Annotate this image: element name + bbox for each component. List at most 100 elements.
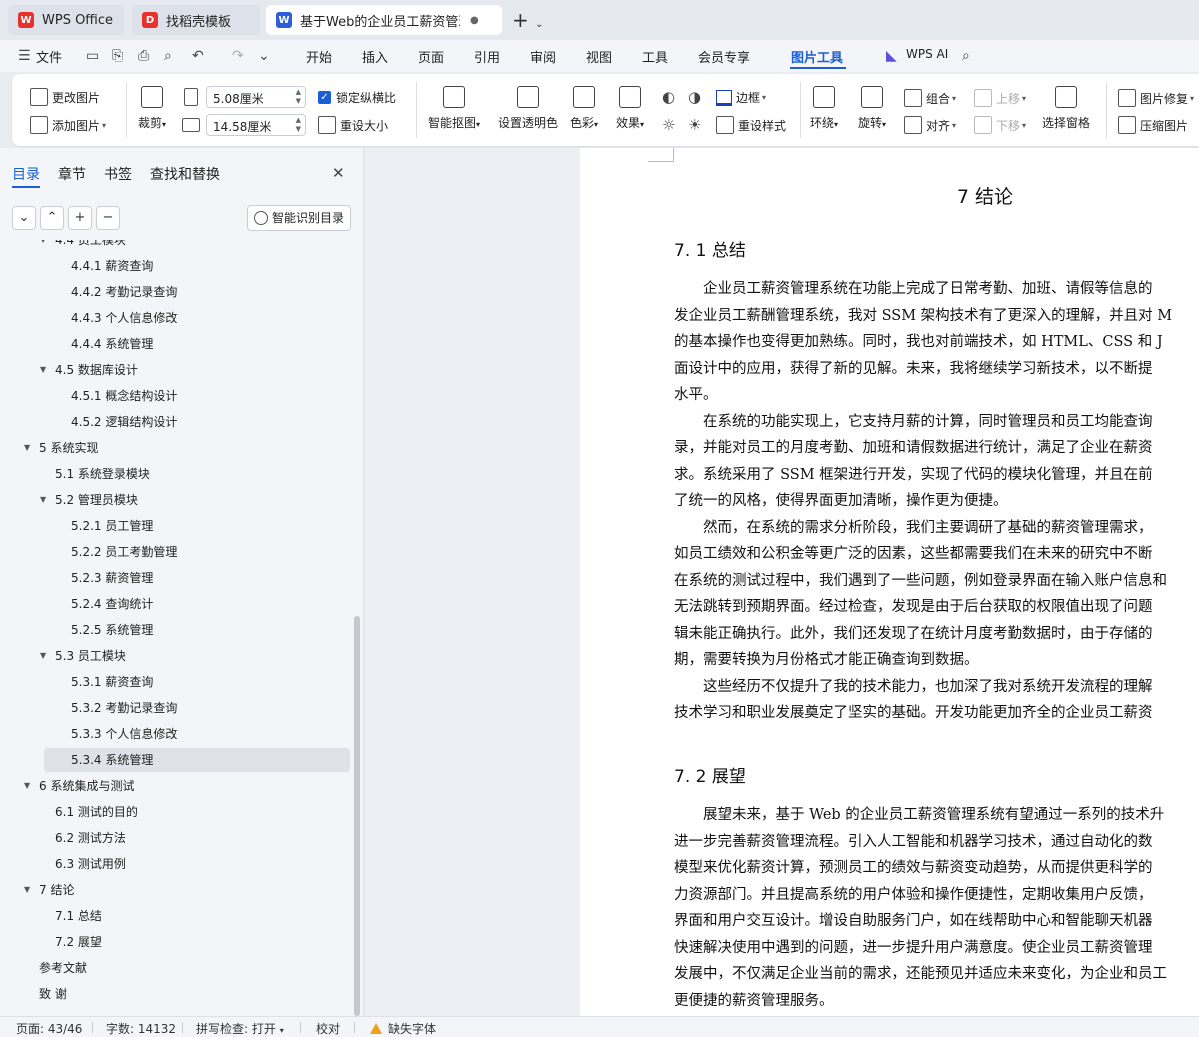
spinner-arrows-icon[interactable]: ▲ ▼ (296, 116, 301, 134)
toc-item[interactable]: 7.2 展望 (0, 930, 350, 954)
toc-item[interactable]: 5.1 系统登录模块 (0, 462, 350, 486)
group-button[interactable]: 组合 ▾ (904, 89, 956, 107)
menu-reference[interactable]: 引用 (474, 47, 500, 66)
toc-item[interactable]: 5.3.3 个人信息修改 (0, 722, 350, 746)
menu-insert[interactable]: 插入 (362, 47, 388, 66)
selection-pane-button[interactable]: 选择窗格 (1042, 86, 1090, 131)
save-icon[interactable]: ▭ (86, 48, 99, 64)
image-repair-button[interactable]: 图片修复 ▾ (1118, 89, 1194, 107)
page-count[interactable]: 页面: 43/46 (16, 1020, 82, 1037)
align-button[interactable]: 对齐 ▾ (904, 116, 956, 134)
toc-item[interactable]: 5.2.3 薪资管理 (0, 566, 350, 590)
color-button[interactable]: 色彩▾ (570, 86, 598, 131)
more-chevron-icon[interactable]: ⌄ (258, 48, 270, 64)
unsaved-dot-icon[interactable]: ● (470, 15, 479, 26)
export-icon[interactable]: ⎘ (112, 48, 123, 64)
contrast-down-icon[interactable]: ☀ (688, 116, 701, 134)
tab-template[interactable]: D 找稻壳模板 (132, 5, 260, 35)
close-icon[interactable]: ✕ (332, 164, 345, 182)
toc-item[interactable]: ▼ 4.4 员工模块 (0, 240, 350, 252)
spell-check-toggle[interactable]: 拼写检查: 打开 ▾ (196, 1020, 284, 1037)
add-heading-button[interactable]: + (68, 206, 92, 230)
toc-item[interactable]: 6.2 测试方法 (0, 826, 350, 850)
print-icon[interactable]: ⎙ (138, 48, 149, 64)
expand-triangle-icon[interactable]: ▼ (24, 436, 30, 460)
toc-item[interactable]: ▼ 7 结论 (0, 878, 350, 902)
word-count[interactable]: 字数: 14132 (106, 1020, 176, 1037)
expand-triangle-icon[interactable]: ▼ (40, 240, 46, 252)
toc-item[interactable]: 5.3.2 考勤记录查询 (0, 696, 350, 720)
toc-item[interactable]: ▼ 5.3 员工模块 (0, 644, 350, 668)
toc-item[interactable]: 7.1 总结 (0, 904, 350, 928)
toc-item[interactable]: 6.3 测试用例 (0, 852, 350, 876)
menu-picture-tools[interactable]: 图片工具 (791, 47, 843, 66)
reset-size-button[interactable]: 重设大小 (318, 116, 388, 134)
toc-item[interactable]: 6.1 测试的目的 (0, 800, 350, 824)
crop-button[interactable]: 裁剪▾ (138, 86, 166, 131)
tab-find-replace[interactable]: 查找和替换 (150, 164, 220, 184)
toc-item[interactable]: 4.4.2 考勤记录查询 (0, 280, 350, 304)
menu-tools[interactable]: 工具 (642, 47, 668, 66)
contrast-up-icon[interactable]: ◑ (688, 88, 701, 106)
expand-down-button[interactable]: ⌄ (12, 206, 36, 230)
tab-document[interactable]: W 基于Web的企业员工薪资管理 ● (266, 5, 502, 35)
menu-review[interactable]: 审阅 (530, 47, 556, 66)
smart-toc-button[interactable]: 智能识别目录 (247, 205, 351, 231)
menu-view[interactable]: 视图 (586, 47, 612, 66)
reset-style-button[interactable]: 重设样式 (716, 116, 786, 134)
add-image-button[interactable]: 添加图片 ▾ (30, 116, 106, 134)
proofread-button[interactable]: 校对 (316, 1020, 340, 1037)
expand-triangle-icon[interactable]: ▼ (24, 774, 30, 798)
tab-bookmarks[interactable]: 书签 (104, 164, 132, 184)
tab-chapters[interactable]: 章节 (58, 164, 86, 184)
menu-start[interactable]: 开始 (306, 47, 332, 66)
toc-item[interactable]: 5.2.5 系统管理 (0, 618, 350, 642)
brightness-down-icon[interactable]: ☼ (662, 116, 675, 134)
toc-scrollbar[interactable] (354, 616, 360, 1016)
toc-item[interactable]: ▼ 5.2 管理员模块 (0, 488, 350, 512)
missing-font-button[interactable]: 缺失字体 (370, 1020, 436, 1037)
document-page[interactable]: 7 结论 7. 1 总结 企业员工薪资管理系统在功能上完成了日常考勤、加班、请假… (580, 148, 1199, 1016)
wrap-button[interactable]: 环绕▾ (810, 86, 838, 131)
toc-item[interactable]: 4.5.1 概念结构设计 (0, 384, 350, 408)
toc-item[interactable]: 4.4.1 薪资查询 (0, 254, 350, 278)
expand-triangle-icon[interactable]: ▼ (40, 644, 46, 668)
expand-triangle-icon[interactable]: ▼ (40, 358, 46, 382)
effect-button[interactable]: 效果▾ (616, 86, 644, 131)
toc-item[interactable]: ▼ 6 系统集成与测试 (0, 774, 350, 798)
menu-wps-ai[interactable]: WPS AI (906, 47, 948, 61)
move-up-button[interactable]: 上移 ▾ (974, 89, 1026, 107)
toc-item[interactable]: ▼ 4.5 数据库设计 (0, 358, 350, 382)
new-tab-button[interactable]: + ⌄ (512, 8, 544, 32)
remove-heading-button[interactable]: − (96, 206, 120, 230)
rotate-button[interactable]: 旋转▾ (858, 86, 886, 131)
change-image-button[interactable]: 更改图片 (30, 88, 100, 106)
undo-icon[interactable]: ↶ (192, 48, 204, 64)
toc-item[interactable]: 4.5.2 逻辑结构设计 (0, 410, 350, 434)
tab-wps-office[interactable]: W WPS Office (8, 5, 124, 35)
menu-member[interactable]: 会员专享 (698, 47, 750, 66)
expand-triangle-icon[interactable]: ▼ (40, 488, 46, 512)
expand-triangle-icon[interactable]: ▼ (24, 878, 30, 902)
redo-icon[interactable]: ↷ (232, 48, 244, 64)
smart-cutout-button[interactable]: 智能抠图▾ (428, 86, 480, 131)
toc-item[interactable]: 5.2.2 员工考勤管理 (0, 540, 350, 564)
lock-ratio-checkbox[interactable]: ✓ 锁定纵横比 (318, 89, 396, 106)
toc-item[interactable]: 致 谢 (0, 982, 350, 1006)
brightness-up-icon[interactable]: ◐ (662, 88, 675, 106)
move-down-button[interactable]: 下移 ▾ (974, 116, 1026, 134)
collapse-up-button[interactable]: ⌃ (40, 206, 64, 230)
tab-toc[interactable]: 目录 (12, 164, 40, 184)
border-button[interactable]: 边框 ▾ (716, 89, 766, 106)
print-preview-icon[interactable]: ⌕ (164, 48, 172, 64)
toc-item[interactable]: 参考文献 (0, 956, 350, 980)
toc-item[interactable]: 5.2.4 查询统计 (0, 592, 350, 616)
menu-page[interactable]: 页面 (418, 47, 444, 66)
spinner-arrows-icon[interactable]: ▲ ▼ (296, 88, 301, 106)
search-icon[interactable]: ⌕ (962, 48, 970, 64)
set-transparent-button[interactable]: 设置透明色 (498, 86, 558, 131)
hamburger-icon[interactable]: ☰ (18, 48, 31, 64)
wps-ai-icon[interactable]: ◣ (886, 48, 897, 64)
toc-item[interactable]: 4.4.4 系统管理 (0, 332, 350, 356)
toc-item[interactable]: 5.3.1 薪资查询 (0, 670, 350, 694)
